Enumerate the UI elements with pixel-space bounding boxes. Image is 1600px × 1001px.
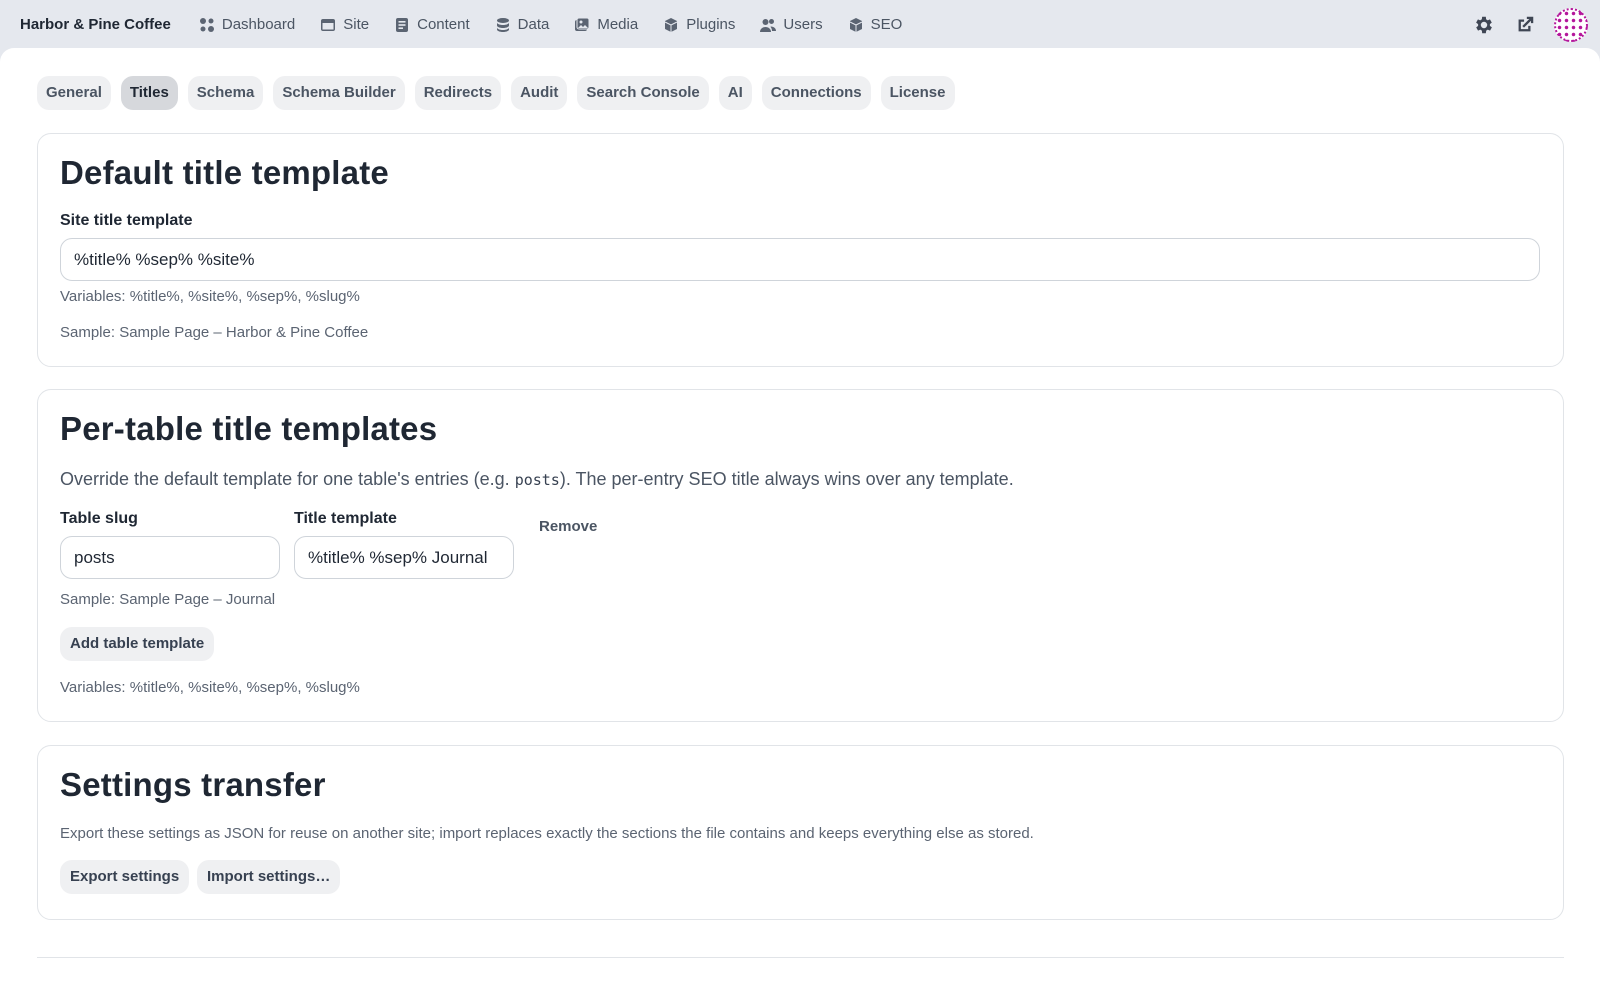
- table-slug-input[interactable]: [60, 536, 280, 579]
- import-settings-button[interactable]: Import settings…: [197, 860, 341, 894]
- per-table-sample-preview: Sample: Sample Page – Journal: [60, 591, 276, 608]
- nav-plugins[interactable]: Plugins: [663, 16, 735, 33]
- remove-button[interactable]: Remove: [539, 518, 597, 535]
- per-table-description-start: Override the default template for one ta…: [60, 469, 515, 489]
- brand-name[interactable]: Harbor & Pine Coffee: [20, 16, 171, 33]
- nav-seo[interactable]: SEO: [848, 16, 903, 33]
- settings-button[interactable]: [1472, 13, 1496, 37]
- database-icon: [496, 17, 509, 32]
- view-site-button[interactable]: [1513, 13, 1537, 37]
- bottom-divider: [37, 957, 1564, 958]
- nav-dashboard-label: Dashboard: [221, 16, 296, 33]
- tab-schema[interactable]: Schema: [187, 76, 264, 110]
- title-template-label: Title template: [294, 510, 397, 527]
- site-title-template-label: Site title template: [60, 212, 193, 229]
- tab-schema-builder[interactable]: Schema Builder: [273, 76, 405, 110]
- posts-code: posts: [514, 471, 560, 489]
- title-template-input[interactable]: [294, 536, 514, 579]
- table-slug-label: Table slug: [60, 510, 138, 527]
- tab-audit[interactable]: Audit: [511, 76, 568, 110]
- main-panel: General Titles Schema Schema Builder Red…: [0, 48, 1600, 1001]
- per-table-description: Override the default template for one ta…: [60, 469, 1014, 490]
- seo-tabs: General Titles Schema Schema Builder Red…: [37, 76, 955, 110]
- media-icon: [575, 17, 590, 31]
- nav-site-label: Site: [343, 16, 370, 33]
- nav-content-label: Content: [417, 16, 470, 33]
- tab-license[interactable]: License: [880, 76, 955, 110]
- external-link-icon: [1518, 16, 1534, 31]
- per-table-heading: Per-table title templates: [60, 410, 438, 447]
- top-right-actions: [1472, 0, 1600, 49]
- per-table-description-end: ). The per-entry SEO title always wins o…: [559, 469, 1014, 489]
- seo-icon: [849, 17, 862, 32]
- settings-transfer-description: Export these settings as JSON for reuse …: [60, 825, 1034, 842]
- tab-redirects[interactable]: Redirects: [414, 76, 502, 110]
- tab-ai[interactable]: AI: [718, 76, 752, 110]
- gear-icon: [1476, 16, 1492, 33]
- nav-site[interactable]: Site: [320, 16, 369, 33]
- main-nav: Dashboard Site Content Data Media Plugin…: [199, 16, 927, 33]
- nav-data[interactable]: Data: [495, 16, 550, 33]
- nav-content[interactable]: Content: [394, 16, 470, 33]
- nav-users[interactable]: Users: [760, 16, 823, 33]
- default-title-heading: Default title template: [60, 154, 389, 191]
- tab-titles[interactable]: Titles: [120, 76, 178, 110]
- users-icon: [760, 18, 777, 32]
- export-settings-button[interactable]: Export settings: [60, 860, 190, 894]
- tab-connections[interactable]: Connections: [761, 76, 871, 110]
- per-table-card: Per-table title templates Override the d…: [37, 389, 1564, 722]
- dashboard-icon: [199, 17, 214, 32]
- nav-dashboard[interactable]: Dashboard: [199, 16, 295, 33]
- nav-media[interactable]: Media: [574, 16, 638, 33]
- tab-search-console[interactable]: Search Console: [577, 76, 709, 110]
- nav-media-label: Media: [597, 16, 639, 33]
- nav-users-label: Users: [783, 16, 823, 33]
- add-table-template-button[interactable]: Add table template: [60, 627, 215, 661]
- nav-data-label: Data: [517, 16, 550, 33]
- default-title-card: Default title template Site title templa…: [37, 133, 1564, 367]
- tab-general[interactable]: General: [37, 76, 111, 110]
- settings-transfer-heading: Settings transfer: [60, 766, 326, 803]
- nav-plugins-label: Plugins: [686, 16, 736, 33]
- settings-transfer-card: Settings transfer Export these settings …: [37, 745, 1564, 920]
- default-variables-hint: Variables: %title%, %site%, %sep%, %slug…: [60, 288, 360, 305]
- plugins-icon: [664, 17, 678, 32]
- top-bar: Harbor & Pine Coffee Dashboard Site Cont…: [0, 0, 1600, 49]
- site-icon: [321, 18, 336, 31]
- avatar[interactable]: [1554, 7, 1588, 42]
- nav-seo-label: SEO: [870, 16, 903, 33]
- default-sample-preview: Sample: Sample Page – Harbor & Pine Coff…: [60, 324, 369, 341]
- content-icon: [396, 17, 409, 32]
- site-title-template-input[interactable]: [60, 238, 1540, 281]
- per-table-variables-hint: Variables: %title%, %site%, %sep%, %slug…: [60, 679, 360, 696]
